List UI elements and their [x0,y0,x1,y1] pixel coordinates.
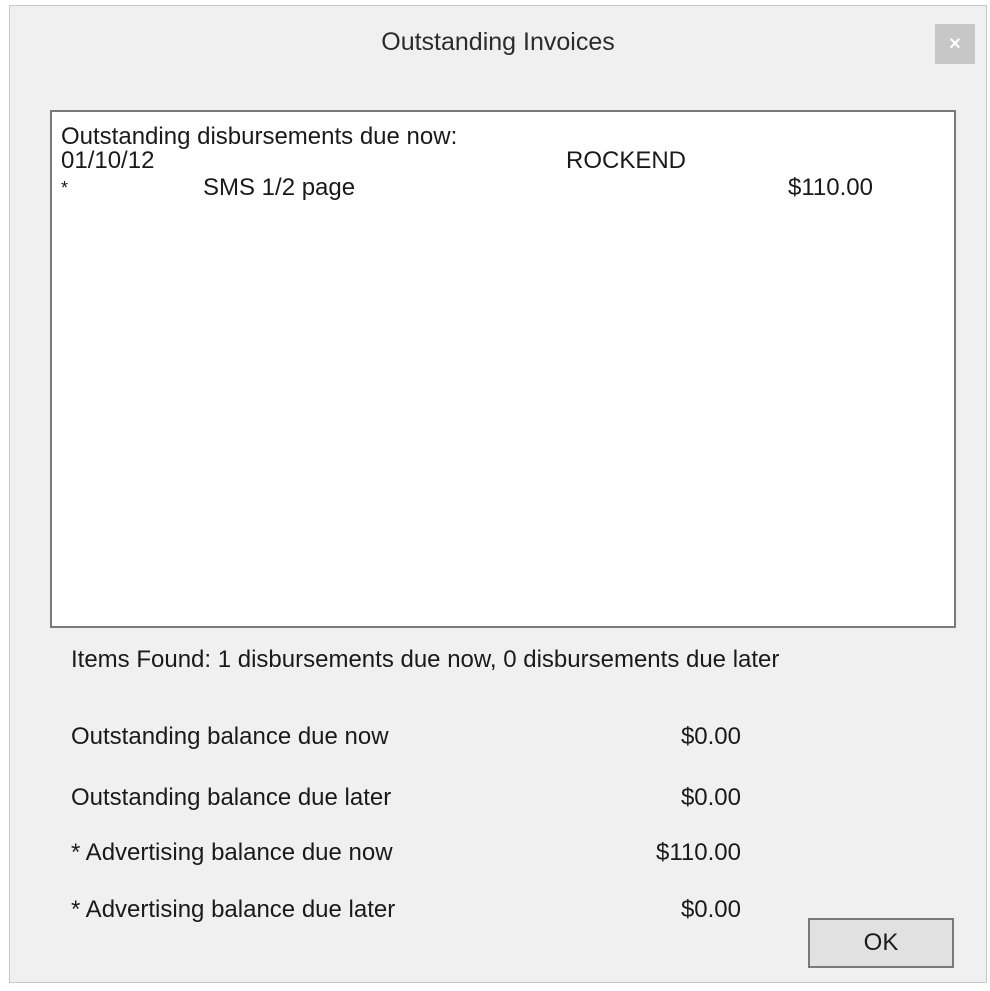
entry-supplier: ROCKEND [566,147,687,174]
title-bar[interactable]: Outstanding Invoices × [10,6,986,84]
balance-value-due-now: $0.00 [680,723,741,750]
close-button[interactable]: × [935,24,975,64]
items-found-status: Items Found: 1 disbursements due now, 0 … [71,646,780,673]
entry-amount: $110.00 [788,174,873,201]
balance-value-due-later: $0.00 [680,784,741,811]
dialog-title: Outstanding Invoices [381,28,615,56]
advertising-value-due-now: $110.00 [656,839,741,866]
entry-date: 01/10/12 [61,147,155,174]
advertising-label-due-later: * Advertising balance due later [71,896,396,923]
disbursements-listbox[interactable]: Outstanding disbursements due now: 01/10… [50,110,956,628]
balance-label-due-now: Outstanding balance due now [71,723,389,750]
advertising-value-due-later: $0.00 [680,896,741,923]
outstanding-invoices-dialog: Outstanding Invoices × Outstanding disbu… [9,5,987,983]
close-icon: × [949,33,961,55]
entry-marker: * [61,178,69,198]
entry-description: SMS 1/2 page [203,174,356,201]
ok-button[interactable]: OK [808,918,954,968]
balance-label-due-later: Outstanding balance due later [71,784,392,811]
advertising-label-due-now: * Advertising balance due now [71,839,393,866]
